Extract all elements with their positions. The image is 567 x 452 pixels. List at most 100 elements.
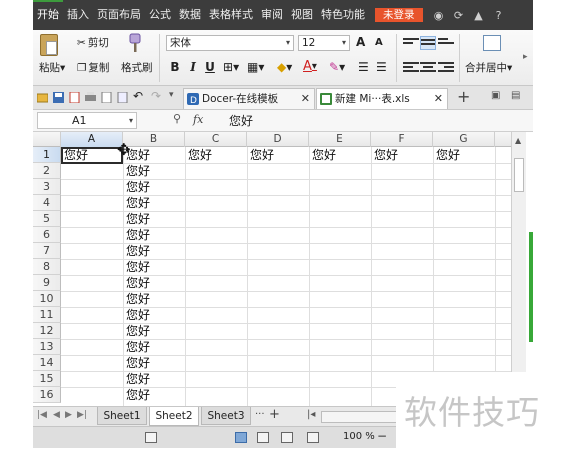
menu-special[interactable]: 特色功能 — [317, 0, 369, 30]
ribbon-expand-icon[interactable]: ▸ — [523, 52, 528, 62]
column-header-d[interactable]: D — [247, 132, 309, 147]
row-header[interactable]: 3 — [33, 179, 61, 195]
scroll-up-icon[interactable]: ▲ — [515, 136, 521, 145]
formula-input[interactable]: 您好 — [229, 112, 253, 129]
row-header[interactable]: 6 — [33, 227, 61, 243]
zoom-out-button[interactable]: − — [377, 429, 387, 443]
print-icon[interactable] — [85, 92, 96, 103]
merge-center-button[interactable]: 合并居中 ▾ — [465, 60, 512, 75]
row-header[interactable]: 16 — [33, 387, 61, 403]
font-color-button[interactable]: A ▾ — [303, 59, 317, 74]
column-header-e[interactable]: E — [309, 132, 371, 147]
cell-e1[interactable]: 您好 — [310, 147, 336, 163]
row-header[interactable]: 1 — [33, 147, 61, 163]
copy-button[interactable]: ❐ 复制 — [77, 60, 109, 75]
hscroll-left-icon[interactable]: |◂ — [307, 409, 315, 420]
sync-icon[interactable]: ⟳ — [449, 9, 469, 22]
column-header-a[interactable]: A — [61, 132, 123, 147]
align-right-button[interactable] — [438, 60, 454, 74]
tab-new-workbook[interactable]: 新建 Mi···表.xls ✕ — [316, 88, 448, 109]
sheet-tab-sheet1[interactable]: Sheet1 — [97, 407, 147, 425]
tab-list-icon[interactable]: ▣ — [491, 90, 500, 101]
cell-b10[interactable]: 您好 — [124, 291, 150, 307]
cell-f1[interactable]: 您好 — [372, 147, 398, 163]
window-layout-icon[interactable]: ▤ — [511, 90, 520, 101]
horizontal-scrollbar[interactable] — [321, 411, 401, 423]
bold-button[interactable]: B — [168, 60, 182, 74]
row-header[interactable]: 9 — [33, 275, 61, 291]
save-icon[interactable] — [53, 92, 64, 103]
export-pdf-icon[interactable] — [69, 92, 80, 103]
align-center-button[interactable] — [420, 60, 436, 74]
border-button[interactable]: ⊞ ▾ — [223, 60, 239, 74]
cell-b3[interactable]: 您好 — [124, 179, 150, 195]
cell-b13[interactable]: 您好 — [124, 339, 150, 355]
menu-home[interactable]: 开始 — [33, 0, 63, 30]
new-tab-button[interactable]: + — [457, 87, 470, 106]
row-header[interactable]: 7 — [33, 243, 61, 259]
zoom-level[interactable]: 100 % — [343, 431, 375, 442]
cell-b16[interactable]: 您好 — [124, 387, 150, 403]
menu-page-layout[interactable]: 页面布局 — [93, 0, 145, 30]
cell-b8[interactable]: 您好 — [124, 259, 150, 275]
format-painter-icon[interactable] — [127, 33, 143, 53]
page-break-view-icon[interactable] — [257, 432, 269, 443]
select-all-corner[interactable] — [33, 132, 61, 147]
skin-icon[interactable]: ◉ — [429, 9, 449, 22]
column-header-c[interactable]: C — [185, 132, 247, 147]
zoom-icon[interactable]: ⚲ — [173, 112, 181, 125]
sheet-tab-sheet2[interactable]: Sheet2 — [149, 407, 199, 426]
tab-docer-templates[interactable]: D Docer-在线模板 ✕ — [183, 88, 315, 109]
side-panel-handle[interactable] — [529, 232, 533, 342]
align-top-button[interactable] — [403, 36, 419, 50]
row-header[interactable]: 12 — [33, 323, 61, 339]
reading-mode-icon[interactable] — [281, 432, 293, 443]
italic-button[interactable]: I — [186, 60, 200, 74]
first-sheet-icon[interactable]: |◀ — [37, 410, 47, 420]
cell-c1[interactable]: 您好 — [186, 147, 212, 163]
row-header[interactable]: 10 — [33, 291, 61, 307]
grow-font-button[interactable]: A — [356, 35, 365, 49]
row-header[interactable]: 8 — [33, 259, 61, 275]
prev-sheet-icon[interactable]: ◀ — [53, 410, 60, 420]
cell-b5[interactable]: 您好 — [124, 211, 150, 227]
row-header[interactable]: 13 — [33, 339, 61, 355]
clear-format-button[interactable]: ✎ ▾ — [329, 60, 345, 74]
indent-decrease-button[interactable]: ☰ — [358, 60, 369, 74]
row-header[interactable]: 15 — [33, 371, 61, 387]
cell-b6[interactable]: 您好 — [124, 227, 150, 243]
menu-data[interactable]: 数据 — [175, 0, 205, 30]
fill-color-button[interactable]: ◆ ▾ — [277, 60, 292, 74]
help-icon[interactable]: ? — [489, 9, 509, 22]
customize-toolbar-icon[interactable]: ▾ — [169, 90, 180, 101]
row-header[interactable]: 2 — [33, 163, 61, 179]
row-header[interactable]: 11 — [33, 307, 61, 323]
menu-review[interactable]: 审阅 — [257, 0, 287, 30]
align-left-button[interactable] — [403, 60, 419, 74]
scroll-thumb[interactable] — [514, 158, 524, 192]
merge-center-icon[interactable] — [483, 35, 501, 51]
eye-protection-icon[interactable] — [307, 432, 319, 443]
close-icon[interactable]: ✕ — [434, 89, 443, 109]
vertical-scrollbar[interactable]: ▲ — [511, 132, 526, 406]
shrink-font-button[interactable]: A — [375, 37, 383, 48]
more-sheets-button[interactable]: ··· — [255, 409, 265, 420]
column-header-b[interactable]: B — [123, 132, 185, 147]
menu-table-style[interactable]: 表格样式 — [205, 0, 257, 30]
undo-icon[interactable]: ↶ — [133, 89, 144, 103]
open-folder-icon[interactable] — [37, 92, 48, 103]
menu-view[interactable]: 视图 — [287, 0, 317, 30]
format-painter-button[interactable]: 格式刷 — [121, 60, 153, 75]
cell-b14[interactable]: 您好 — [124, 355, 150, 371]
column-header-g[interactable]: G — [433, 132, 495, 147]
cell-g1[interactable]: 您好 — [434, 147, 460, 163]
sheet-tab-sheet3[interactable]: Sheet3 — [201, 407, 251, 425]
redo-icon[interactable]: ↷ — [151, 89, 162, 103]
name-box[interactable]: A1 ▾ — [37, 112, 137, 129]
add-sheet-button[interactable]: + — [269, 407, 280, 422]
row-header[interactable]: 4 — [33, 195, 61, 211]
menu-insert[interactable]: 插入 — [63, 0, 93, 30]
last-sheet-icon[interactable]: ▶| — [77, 410, 87, 420]
shirt-icon[interactable]: ▲ — [469, 9, 489, 22]
spell-check-icon[interactable] — [117, 92, 128, 103]
